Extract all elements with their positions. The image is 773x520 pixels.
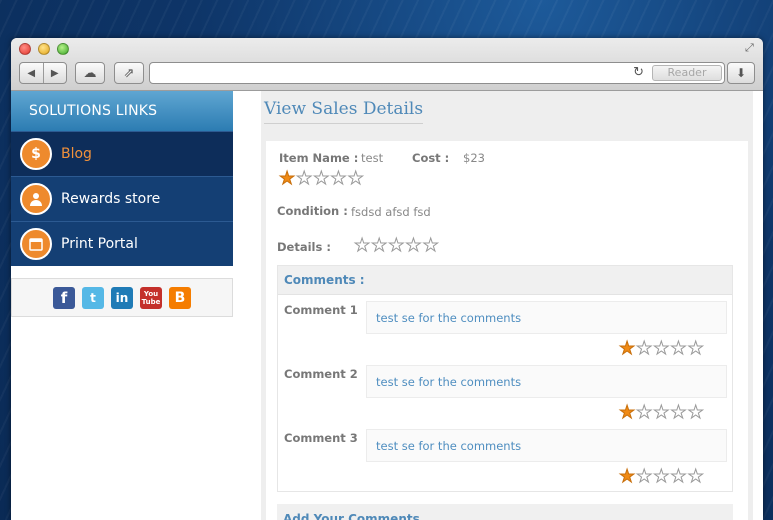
solutions-links-header: SOLUTIONS LINKS <box>11 91 233 131</box>
zoom-window-button[interactable] <box>57 43 69 55</box>
star-empty-icon[interactable]: ★ <box>653 403 670 422</box>
item-rating[interactable]: ★ ★ ★ ★ ★ <box>278 169 364 188</box>
star-empty-icon[interactable]: ★ <box>330 169 347 188</box>
comment-label: Comment 3 <box>284 431 358 445</box>
sidebar-item-blog[interactable]: $ Blog <box>11 131 233 176</box>
browser-window: ⤢ ◀ ▶ ☁ ⇗ ↻ Reader ⬇ SOLUTIONS LINKS $ B… <box>11 38 763 520</box>
item-name-label: Item Name : <box>279 151 359 165</box>
cloud-icon[interactable]: ☁ <box>75 62 105 84</box>
star-empty-icon[interactable]: ★ <box>687 339 704 358</box>
cost-value: $23 <box>463 151 485 165</box>
sidebar-item-label: Blog <box>61 146 92 162</box>
star-empty-icon[interactable]: ★ <box>687 403 704 422</box>
comment-row: Comment 1 test se for the comments ★ ★ ★ ★ ★ <box>278 299 734 363</box>
browser-toolbar: ⤢ ◀ ▶ ☁ ⇗ ↻ Reader ⬇ <box>11 38 763 91</box>
youtube-icon[interactable]: You Tube <box>140 286 162 309</box>
user-icon <box>20 183 52 215</box>
comments-title: Comments : <box>278 266 732 295</box>
star-empty-icon[interactable]: ★ <box>636 467 653 486</box>
star-empty-icon[interactable]: ★ <box>636 403 653 422</box>
comment-text: test se for the comments <box>366 301 727 334</box>
sidebar-item-rewards-store[interactable]: Rewards store <box>11 176 233 221</box>
calendar-icon <box>20 228 52 260</box>
star-empty-icon[interactable]: ★ <box>422 236 439 255</box>
page-title: View Sales Details <box>264 99 424 124</box>
comment-row: Comment 3 test se for the comments ★ ★ ★ ★ ★ <box>278 427 734 491</box>
minimize-window-button[interactable] <box>38 43 50 55</box>
solutions-menu: $ Blog Rewards store Print Portal <box>11 131 233 266</box>
star-empty-icon[interactable]: ★ <box>687 467 704 486</box>
star-empty-icon[interactable]: ★ <box>653 467 670 486</box>
star-empty-icon[interactable]: ★ <box>670 467 687 486</box>
comment-text: test se for the comments <box>366 365 727 398</box>
sidebar-item-label: Rewards store <box>61 191 161 207</box>
reader-button[interactable]: Reader <box>652 65 722 81</box>
sales-details-card: Item Name : test Cost : $23 ★ ★ ★ ★ ★ Condit… <box>266 141 748 520</box>
star-empty-icon[interactable]: ★ <box>653 339 670 358</box>
sidebar-item-print-portal[interactable]: Print Portal <box>11 221 233 266</box>
comment-label: Comment 1 <box>284 303 358 317</box>
comment-rating[interactable]: ★ ★ ★ ★ ★ <box>618 339 704 358</box>
star-filled-icon[interactable]: ★ <box>278 169 295 188</box>
dollar-icon: $ <box>20 138 52 170</box>
fullscreen-icon[interactable]: ⤢ <box>745 42 757 54</box>
star-empty-icon[interactable]: ★ <box>388 236 405 255</box>
facebook-icon[interactable]: f <box>53 286 75 309</box>
condition-value: fsdsd afsd fsd <box>351 205 431 219</box>
download-icon[interactable]: ⬇ <box>727 62 755 84</box>
comment-rating[interactable]: ★ ★ ★ ★ ★ <box>618 403 704 422</box>
comment-text: test se for the comments <box>366 429 727 462</box>
star-filled-icon[interactable]: ★ <box>618 403 635 422</box>
close-window-button[interactable] <box>19 43 31 55</box>
star-empty-icon[interactable]: ★ <box>353 236 370 255</box>
comment-rating[interactable]: ★ ★ ★ ★ ★ <box>618 467 704 486</box>
comment-row: Comment 2 test se for the comments ★ ★ ★ ★ ★ <box>278 363 734 427</box>
item-name-value: test <box>361 151 384 165</box>
star-empty-icon[interactable]: ★ <box>313 169 330 188</box>
comment-label: Comment 2 <box>284 367 358 381</box>
star-filled-icon[interactable]: ★ <box>618 339 635 358</box>
star-empty-icon[interactable]: ★ <box>670 339 687 358</box>
main-content: View Sales Details Item Name : test Cost… <box>261 91 753 520</box>
comments-section: Comments : Comment 1 test se for the com… <box>277 265 733 492</box>
star-empty-icon[interactable]: ★ <box>371 236 388 255</box>
back-icon[interactable]: ◀ <box>20 68 43 79</box>
details-rating[interactable]: ★ ★ ★ ★ ★ <box>353 236 439 255</box>
share-icon[interactable]: ⇗ <box>114 62 144 84</box>
address-bar[interactable]: ↻ Reader <box>149 62 725 84</box>
condition-label: Condition : <box>277 204 348 218</box>
star-empty-icon[interactable]: ★ <box>347 169 364 188</box>
star-empty-icon[interactable]: ★ <box>636 339 653 358</box>
add-comments-title: Add Your Comments <box>277 504 733 520</box>
star-filled-icon[interactable]: ★ <box>618 467 635 486</box>
star-empty-icon[interactable]: ★ <box>405 236 422 255</box>
sidebar: SOLUTIONS LINKS $ Blog Rewards store Pri… <box>11 91 233 520</box>
star-empty-icon[interactable]: ★ <box>296 169 313 188</box>
star-empty-icon[interactable]: ★ <box>670 403 687 422</box>
sidebar-item-label: Print Portal <box>61 236 138 252</box>
reload-icon[interactable]: ↻ <box>633 65 644 80</box>
details-label: Details : <box>277 240 331 254</box>
cost-label: Cost : <box>412 151 450 165</box>
linkedin-icon[interactable]: in <box>111 286 133 309</box>
forward-icon[interactable]: ▶ <box>44 68 67 79</box>
social-links: f t in You Tube B <box>11 278 233 317</box>
blogger-icon[interactable]: B <box>169 286 191 309</box>
twitter-icon[interactable]: t <box>82 286 104 309</box>
back-forward-group: ◀ ▶ <box>19 62 67 84</box>
